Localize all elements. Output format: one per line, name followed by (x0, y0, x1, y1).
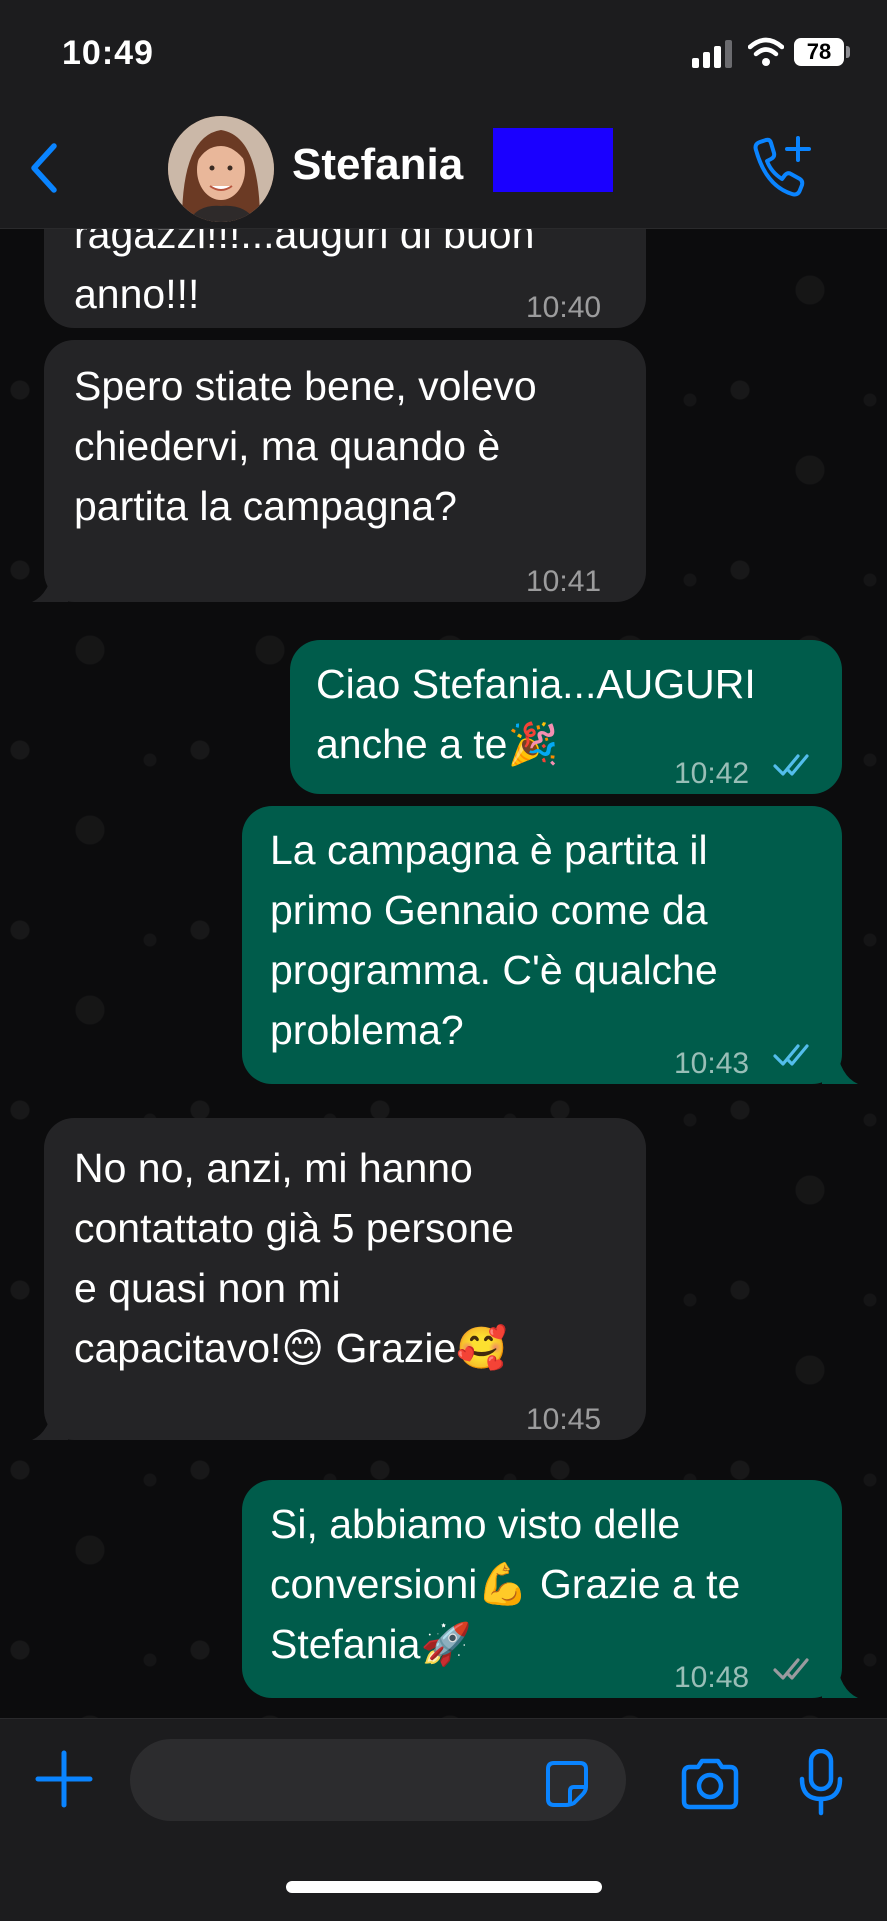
message-line: problema? (270, 1007, 464, 1053)
sticker-icon[interactable] (540, 1757, 594, 1811)
home-indicator[interactable] (286, 1881, 602, 1893)
message-line: contattato già 5 persone (74, 1205, 514, 1251)
message-line: Stefania🚀 (270, 1621, 472, 1667)
contact-name[interactable]: Stefania (292, 140, 463, 190)
message-line: No no, anzi, mi hanno (74, 1145, 473, 1191)
bubble-tail (32, 564, 68, 602)
avatar[interactable] (168, 116, 274, 222)
battery-indicator: 78 (794, 38, 844, 66)
camera-icon[interactable] (678, 1757, 742, 1811)
bubble-tail (822, 1660, 858, 1698)
message-text: La campagna è partita il primo Gennaio c… (270, 820, 718, 1060)
message-timestamp: 10:40 (526, 291, 602, 324)
chat-header: Stefania (0, 110, 887, 229)
cellular-signal-icon (692, 40, 732, 68)
battery-tip (846, 46, 850, 58)
wifi-icon (748, 37, 784, 66)
message-line: Ciao Stefania...AUGURI (316, 661, 756, 707)
bubble-tail (822, 1046, 858, 1084)
bubble-tail (32, 1402, 68, 1440)
microphone-icon[interactable] (796, 1749, 846, 1819)
plus-icon[interactable] (34, 1749, 94, 1809)
message-bubble-incoming[interactable]: Spero stiate bene, volevo chiedervi, ma … (44, 340, 646, 602)
clock: 10:49 (62, 34, 154, 72)
read-receipt-icon (773, 1044, 809, 1066)
add-call-icon[interactable] (744, 134, 814, 204)
message-line: programma. C'è qualche (270, 947, 718, 993)
message-line: Si, abbiamo visto delle (270, 1501, 681, 1547)
message-timestamp: 10:42 (674, 757, 750, 790)
message-line: anno!!! (74, 271, 200, 317)
message-line: capacitavo!😊 Grazie🥰 (74, 1325, 508, 1371)
redaction-box (493, 128, 613, 192)
message-line: partita la campagna? (74, 483, 457, 529)
message-text: No no, anzi, mi hanno contattato già 5 p… (74, 1138, 514, 1378)
message-line: Spero stiate bene, volevo (74, 363, 537, 409)
read-receipt-icon (773, 754, 809, 776)
message-line: primo Gennaio come da (270, 887, 708, 933)
delivered-receipt-icon (773, 1658, 809, 1680)
message-line: La campagna è partita il (270, 827, 708, 873)
message-timestamp: 10:48 (674, 1661, 750, 1694)
message-bubble-outgoing[interactable]: Ciao Stefania...AUGURI anche a te🎉 10:42 (290, 640, 842, 794)
message-bubble-outgoing[interactable]: Si, abbiamo visto delle conversioni💪 Gra… (242, 1480, 842, 1698)
avatar-image (168, 116, 274, 222)
message-text: Spero stiate bene, volevo chiedervi, ma … (74, 356, 537, 536)
message-bubble-incoming[interactable]: No no, anzi, mi hanno contattato già 5 p… (44, 1118, 646, 1440)
message-line: conversioni💪 Grazie a te (270, 1561, 741, 1607)
message-timestamp: 10:43 (674, 1047, 750, 1080)
message-bubble-outgoing[interactable]: La campagna è partita il primo Gennaio c… (242, 806, 842, 1084)
chevron-left-icon[interactable] (22, 138, 68, 198)
message-line: chiedervi, ma quando è (74, 423, 501, 469)
message-text: Si, abbiamo visto delle conversioni💪 Gra… (270, 1494, 740, 1674)
status-bar: 10:49 78 (0, 0, 887, 110)
message-timestamp: 10:41 (526, 565, 602, 598)
message-line: e quasi non mi (74, 1265, 341, 1311)
message-timestamp: 10:45 (526, 1403, 602, 1436)
